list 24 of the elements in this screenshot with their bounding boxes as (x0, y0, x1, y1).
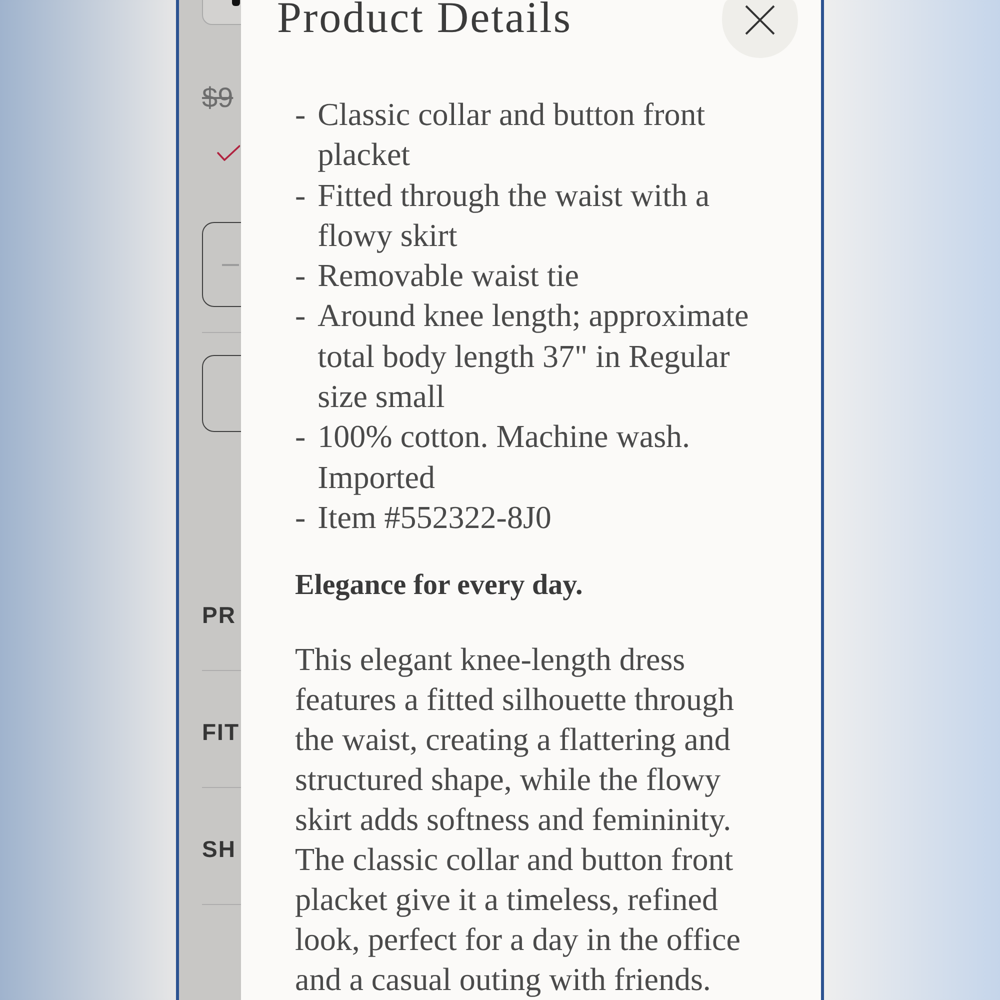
list-bullet: - (295, 95, 306, 134)
check-icon (217, 145, 240, 163)
list-item-text: 100% cotton. Machine wash. Imported (318, 417, 692, 497)
accordion-heading[interactable]: SH (202, 838, 236, 860)
list-item-text: Fitted through the waist with a flowy skirt (318, 176, 711, 255)
accordion-heading[interactable]: FIT (202, 720, 240, 744)
close-button[interactable] (722, 0, 798, 58)
list-item-text: Classic collar and button front placket (318, 95, 706, 174)
option-tile[interactable] (202, 0, 241, 25)
marker-icon (232, 0, 240, 6)
list-bullet: - (295, 176, 306, 215)
list-bullet: - (295, 498, 306, 537)
list-bullet: - (295, 256, 306, 296)
list-item-text: Item #552322-8J0 (318, 498, 552, 537)
close-icon[interactable] (745, 5, 775, 35)
description-paragraph: This elegant knee-length dress features a fitted silhouette through the waist, creating a flattering and structured shape, while the flowy skirt adds softness and femininity. The classic collar and button front placket give it a timeless, refined look, perfect for a day in the office and a casual outing with friends. (295, 640, 742, 999)
modal-title: Product Details (277, 0, 572, 36)
list-item-text: Removable waist tie (318, 256, 579, 296)
list-bullet: - (295, 417, 306, 456)
original-price: $9 (202, 84, 234, 112)
description-heading: Elegance for every day. (295, 568, 583, 604)
list-bullet: - (295, 296, 306, 336)
list-item-text: Around knee length; approximate total body length 37" in Regular size small (318, 296, 750, 416)
accordion-heading[interactable]: PR (202, 604, 236, 626)
